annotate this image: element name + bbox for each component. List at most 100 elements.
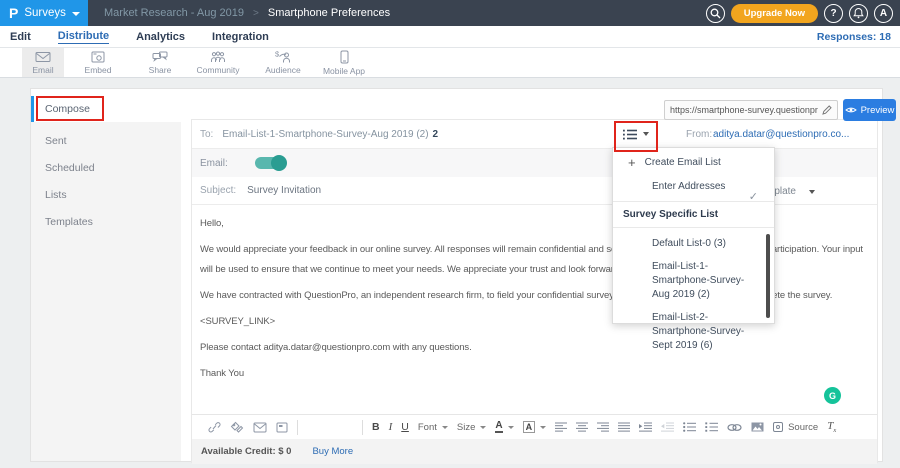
annotation-box-list-button xyxy=(614,121,658,152)
sidebar-item-label: Sent xyxy=(45,135,67,147)
help-button[interactable]: ? xyxy=(824,4,843,23)
align-left-icon[interactable] xyxy=(555,422,567,432)
sidebar-item-label: Templates xyxy=(45,216,93,228)
recipients-row: To: Email-List-1-Smartphone-Survey-Aug 2… xyxy=(192,120,877,149)
numbered-list-icon[interactable] xyxy=(705,422,718,432)
upgrade-now-button[interactable]: Upgrade Now xyxy=(731,4,818,23)
email-toggle[interactable] xyxy=(255,157,285,169)
tab-analytics[interactable]: Analytics xyxy=(136,31,185,43)
distribute-channel-bar: Email Embed Share Community $ xyxy=(0,48,900,78)
survey-nav: Edit Distribute Analytics Integration Re… xyxy=(0,26,900,48)
align-justify-icon[interactable] xyxy=(618,422,630,432)
from-label: From: xyxy=(686,129,712,140)
toolbar-divider xyxy=(362,420,363,435)
mobile-phone-icon xyxy=(340,50,349,64)
bold-button[interactable]: B xyxy=(372,421,380,433)
size-dropdown[interactable]: Size xyxy=(457,422,486,433)
embed-icon xyxy=(91,51,105,63)
insert-link-icon[interactable] xyxy=(208,421,221,433)
channel-mobile-app[interactable]: Mobile App xyxy=(318,48,370,77)
responses-count[interactable]: Responses: 18 xyxy=(817,31,891,43)
insert-image-icon[interactable] xyxy=(751,422,764,432)
sidebar-item-label: Scheduled xyxy=(45,162,95,174)
sidebar-item-templates[interactable]: Templates xyxy=(31,208,181,235)
to-label: To: xyxy=(200,129,213,140)
menu-scrollbar[interactable] xyxy=(766,234,770,318)
source-button[interactable]: Source xyxy=(773,422,818,433)
menu-item-default-list[interactable]: Default List-0 (3) xyxy=(652,237,762,251)
sidebar-item-sent[interactable]: Sent xyxy=(31,127,181,154)
font-dropdown[interactable]: Font xyxy=(418,422,448,433)
toggle-knob xyxy=(271,155,287,171)
subject-input[interactable]: Survey Invitation xyxy=(247,185,321,196)
sidebar-item-lists[interactable]: Lists xyxy=(31,181,181,208)
svg-text:$: $ xyxy=(275,50,280,59)
buy-more-link[interactable]: Buy More xyxy=(312,446,353,457)
channel-email[interactable]: Email xyxy=(22,48,64,77)
grammarly-badge[interactable]: G xyxy=(824,387,841,404)
sidebar-item-scheduled[interactable]: Scheduled xyxy=(31,154,181,181)
insert-tag-icon[interactable] xyxy=(230,421,244,433)
survey-url-field[interactable]: https://smartphone-survey.questionpro xyxy=(664,100,838,120)
chevron-down-icon xyxy=(480,426,486,429)
tab-integration[interactable]: Integration xyxy=(212,31,269,43)
breadcrumb-parent[interactable]: Market Research - Aug 2019 xyxy=(104,7,244,19)
sidebar-item-label: Lists xyxy=(45,189,67,201)
notifications-button[interactable] xyxy=(849,4,868,23)
pencil-icon[interactable] xyxy=(822,105,832,115)
link-pill-icon[interactable] xyxy=(727,423,742,432)
toolbar-divider xyxy=(297,420,298,435)
channel-share[interactable]: Share xyxy=(138,48,182,77)
channel-community[interactable]: Community xyxy=(192,48,244,77)
source-label: Source xyxy=(788,422,818,433)
menu-item-create-email-list[interactable]: + Create Email List xyxy=(613,148,774,175)
credit-row: Available Credit: $ 0 Buy More xyxy=(192,439,877,464)
annotation-box-compose xyxy=(36,96,104,121)
eye-icon xyxy=(845,106,857,114)
chevron-down-icon xyxy=(809,190,815,194)
text-color-icon: A xyxy=(495,421,502,433)
menu-list-area: Default List-0 (3) Email-List-1-Smartpho… xyxy=(613,228,774,353)
breadcrumb-separator: > xyxy=(253,8,259,19)
align-center-icon[interactable] xyxy=(576,422,588,432)
available-credit-label: Available Credit: $ 0 xyxy=(201,446,291,457)
bullet-list-icon[interactable] xyxy=(683,422,696,432)
email-sidebar: Sent Scheduled Lists Templates xyxy=(31,122,181,461)
email-list-menu: + Create Email List Enter Addresses Surv… xyxy=(612,147,775,324)
menu-item-email-list-1[interactable]: Email-List-1-Smartphone-Survey-Aug 2019 … xyxy=(652,260,762,302)
share-icon xyxy=(152,51,168,63)
align-right-icon[interactable] xyxy=(597,422,609,432)
indent-icon[interactable] xyxy=(639,422,652,432)
italic-button[interactable]: I xyxy=(389,421,393,433)
channel-embed[interactable]: Embed xyxy=(75,48,121,77)
insert-button-icon[interactable] xyxy=(276,422,288,433)
product-name: Surveys xyxy=(24,7,66,19)
outdent-icon[interactable] xyxy=(661,422,674,432)
channel-label: Share xyxy=(149,65,172,75)
from-address[interactable]: aditya.datar@questionpro.co... xyxy=(713,129,849,140)
bg-color-button[interactable]: A xyxy=(523,421,547,433)
menu-item-email-list-2[interactable]: Email-List-2-Smartphone-Survey-Sept 2019… xyxy=(652,311,762,353)
check-icon: ✓ xyxy=(749,190,758,203)
avatar[interactable]: A xyxy=(874,4,893,23)
search-button[interactable] xyxy=(706,4,725,23)
size-dropdown-label: Size xyxy=(457,422,475,433)
tab-distribute[interactable]: Distribute xyxy=(58,30,109,44)
bg-color-icon: A xyxy=(523,421,536,433)
underline-button[interactable]: U xyxy=(401,421,409,433)
tab-edit[interactable]: Edit xyxy=(10,31,31,43)
remove-format-button[interactable]: Tx xyxy=(827,420,836,434)
channel-audience[interactable]: $ Audience xyxy=(258,48,308,77)
preview-button[interactable]: Preview xyxy=(843,99,896,121)
top-bar: P Surveys Market Research - Aug 2019 > S… xyxy=(0,0,900,26)
text-color-button[interactable]: A xyxy=(495,421,513,433)
preview-label: Preview xyxy=(861,105,895,116)
app-switcher[interactable]: P Surveys xyxy=(0,0,88,26)
questionpro-logo: P xyxy=(9,6,18,20)
insert-email-icon[interactable] xyxy=(253,422,267,433)
channel-label: Embed xyxy=(85,65,112,75)
survey-url-text: https://smartphone-survey.questionpro xyxy=(670,105,818,115)
selected-email-list[interactable]: Email-List-1-Smartphone-Survey-Aug 2019 … xyxy=(222,129,428,140)
people-icon xyxy=(210,51,226,63)
channel-label: Mobile App xyxy=(323,66,365,76)
